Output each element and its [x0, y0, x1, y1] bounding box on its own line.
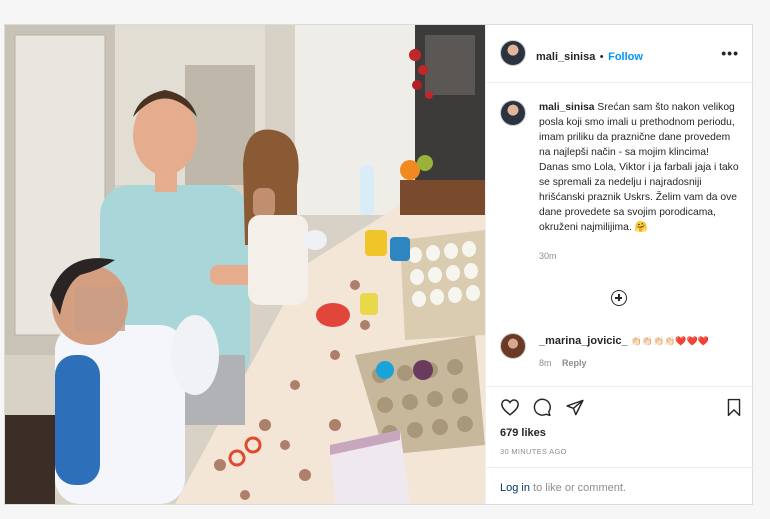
load-more-comments-icon[interactable]	[611, 290, 627, 306]
separator-dot: •	[599, 51, 604, 63]
author-avatar[interactable]	[500, 40, 526, 66]
author-username[interactable]: mali_sinisa	[536, 51, 595, 63]
comment-icon[interactable]	[532, 398, 552, 417]
login-link[interactable]: Log in	[500, 482, 530, 494]
post-photo[interactable]	[5, 25, 485, 504]
post-header: mali_sinisa • Follow •••	[486, 25, 753, 83]
caption-text: Srećan sam što nakon velikog posla koji …	[539, 102, 739, 233]
photo-scene	[5, 25, 485, 504]
heart-icon[interactable]	[500, 398, 520, 416]
bookmark-icon[interactable]	[726, 398, 742, 417]
commenter-avatar[interactable]	[500, 333, 526, 359]
post-time-ago[interactable]: 30 MINUTES AGO	[500, 447, 567, 456]
post-sidebar: mali_sinisa • Follow ••• mali_sinisa Sre…	[485, 25, 753, 504]
caption-username[interactable]: mali_sinisa	[539, 102, 595, 113]
follow-button[interactable]: Follow	[608, 51, 643, 63]
login-prompt: Log in to like or comment.	[486, 467, 753, 506]
comment-timestamp[interactable]: 8m	[539, 358, 552, 368]
post-actions: 679 likes 30 MINUTES AGO Log in to like …	[486, 386, 753, 505]
instagram-post: mali_sinisa • Follow ••• mali_sinisa Sre…	[4, 24, 753, 505]
caption-author-avatar[interactable]	[500, 100, 526, 126]
login-prompt-text: to like or comment.	[529, 482, 626, 494]
comment-text: 👏🏻👏🏻👏🏻👏🏻❤️❤️❤️	[630, 336, 709, 346]
share-icon[interactable]	[565, 398, 585, 417]
commenter-username[interactable]: _marina_jovicic_	[539, 335, 628, 347]
caption-body: mali_sinisa Srećan sam što nakon velikog…	[539, 100, 739, 264]
reply-button[interactable]: Reply	[562, 358, 587, 368]
caption-timestamp[interactable]: 30m	[539, 249, 739, 264]
more-options-icon[interactable]: •••	[721, 45, 739, 61]
likes-count[interactable]: 679 likes	[500, 427, 546, 439]
